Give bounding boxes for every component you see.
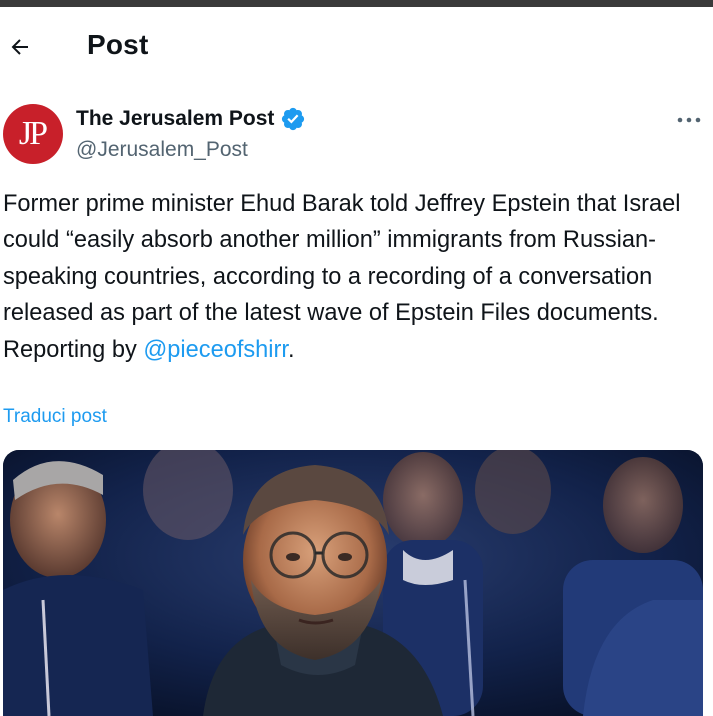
- photo-image: [3, 450, 703, 716]
- more-options-button[interactable]: [674, 108, 704, 132]
- author-handle[interactable]: @Jerusalem_Post: [76, 138, 306, 162]
- tweet-photo[interactable]: [3, 450, 703, 716]
- author-block: The Jerusalem Post @Jerusalem_Post: [76, 106, 306, 162]
- back-button[interactable]: [2, 29, 38, 65]
- tweet-text: Former prime minister Ehud Barak told Je…: [3, 186, 709, 368]
- window-top-bar: [0, 0, 713, 7]
- arrow-left-icon: [11, 39, 28, 55]
- more-horizontal-icon: [677, 117, 701, 123]
- page-header: Post: [0, 7, 713, 87]
- page-title: Post: [87, 29, 149, 60]
- verified-badge-icon: [282, 107, 305, 131]
- tweet-body: Former prime minister Ehud Barak told Je…: [3, 191, 681, 327]
- author-name-link[interactable]: The Jerusalem Post: [76, 106, 306, 132]
- author-name: The Jerusalem Post: [76, 107, 275, 130]
- reporting-suffix: .: [287, 336, 295, 363]
- avatar-logo-text: JP: [18, 115, 48, 152]
- translate-post-link[interactable]: Traduci post: [3, 406, 107, 428]
- tweet-reporting-line: Reporting by @pieceofshirr.: [3, 332, 709, 368]
- avatar[interactable]: JP: [3, 104, 63, 164]
- mention-link[interactable]: @pieceofshirr: [143, 337, 288, 363]
- reporting-prefix: Reporting by: [3, 336, 144, 363]
